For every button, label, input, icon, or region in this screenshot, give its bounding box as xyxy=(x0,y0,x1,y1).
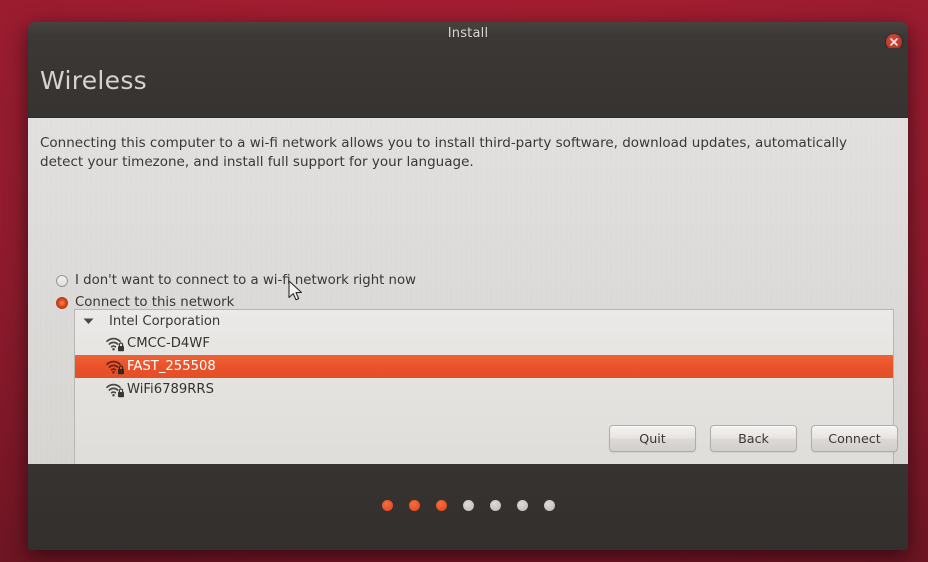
wifi-secure-icon xyxy=(105,382,125,398)
network-ssid: CMCC-D4WF xyxy=(127,336,210,351)
radio-no-wifi-label: I don't want to connect to a wi-fi netwo… xyxy=(75,273,416,288)
window-titlebar: Install xyxy=(28,22,908,50)
progress-dot-3[interactable] xyxy=(435,499,447,511)
back-button[interactable]: Back xyxy=(710,425,797,452)
progress-dot-4[interactable] xyxy=(462,499,474,511)
wifi-secure-glyph xyxy=(106,337,124,351)
wifi-secure-icon xyxy=(105,359,125,375)
page-title: Wireless xyxy=(40,66,148,95)
window-title: Install xyxy=(447,26,489,41)
connect-button[interactable]: Connect xyxy=(811,425,898,452)
chevron-down-glyph xyxy=(83,318,93,324)
quit-button[interactable]: Quit xyxy=(609,425,696,452)
page-header: Wireless xyxy=(28,48,908,117)
network-list[interactable]: Intel Corporation CMCC-D4WF FAST_255508 … xyxy=(74,309,894,486)
intro-description: Connecting this computer to a wi-fi netw… xyxy=(40,135,847,170)
progress-dots xyxy=(381,499,555,511)
list-item[interactable]: CMCC-D4WF xyxy=(75,332,893,355)
content-panel: Connecting this computer to a wi-fi netw… xyxy=(28,117,908,486)
progress-dot-1[interactable] xyxy=(381,499,393,511)
wifi-secure-glyph xyxy=(106,383,124,397)
wifi-secure-glyph xyxy=(106,360,124,374)
progress-dot-5[interactable] xyxy=(489,499,501,511)
network-group-label: Intel Corporation xyxy=(109,313,221,329)
progress-dot-2[interactable] xyxy=(408,499,420,511)
progress-dot-7[interactable] xyxy=(543,499,555,511)
radio-no-wifi-mark[interactable] xyxy=(56,274,68,287)
network-ssid: WiFi6789RRS xyxy=(127,382,214,397)
network-ssid: FAST_255508 xyxy=(127,359,216,374)
installer-window: Install Wireless Connecting this compute… xyxy=(28,22,908,550)
radio-no-wifi[interactable]: I don't want to connect to a wi-fi netwo… xyxy=(56,273,416,288)
radio-connect-network-label: Connect to this network xyxy=(75,295,235,310)
close-glyph xyxy=(890,38,898,46)
network-group-row[interactable]: Intel Corporation xyxy=(75,310,893,332)
radio-connect-network[interactable]: Connect to this network xyxy=(56,295,234,310)
progress-dot-6[interactable] xyxy=(516,499,528,511)
action-button-bar: Quit Back Connect xyxy=(609,425,898,452)
chevron-down-icon[interactable] xyxy=(79,317,97,325)
wifi-secure-icon xyxy=(105,336,125,352)
list-item[interactable]: FAST_255508 xyxy=(75,355,893,378)
footer-bar xyxy=(28,464,908,550)
radio-connect-network-mark[interactable] xyxy=(56,296,68,309)
list-item[interactable]: WiFi6789RRS xyxy=(75,378,893,401)
